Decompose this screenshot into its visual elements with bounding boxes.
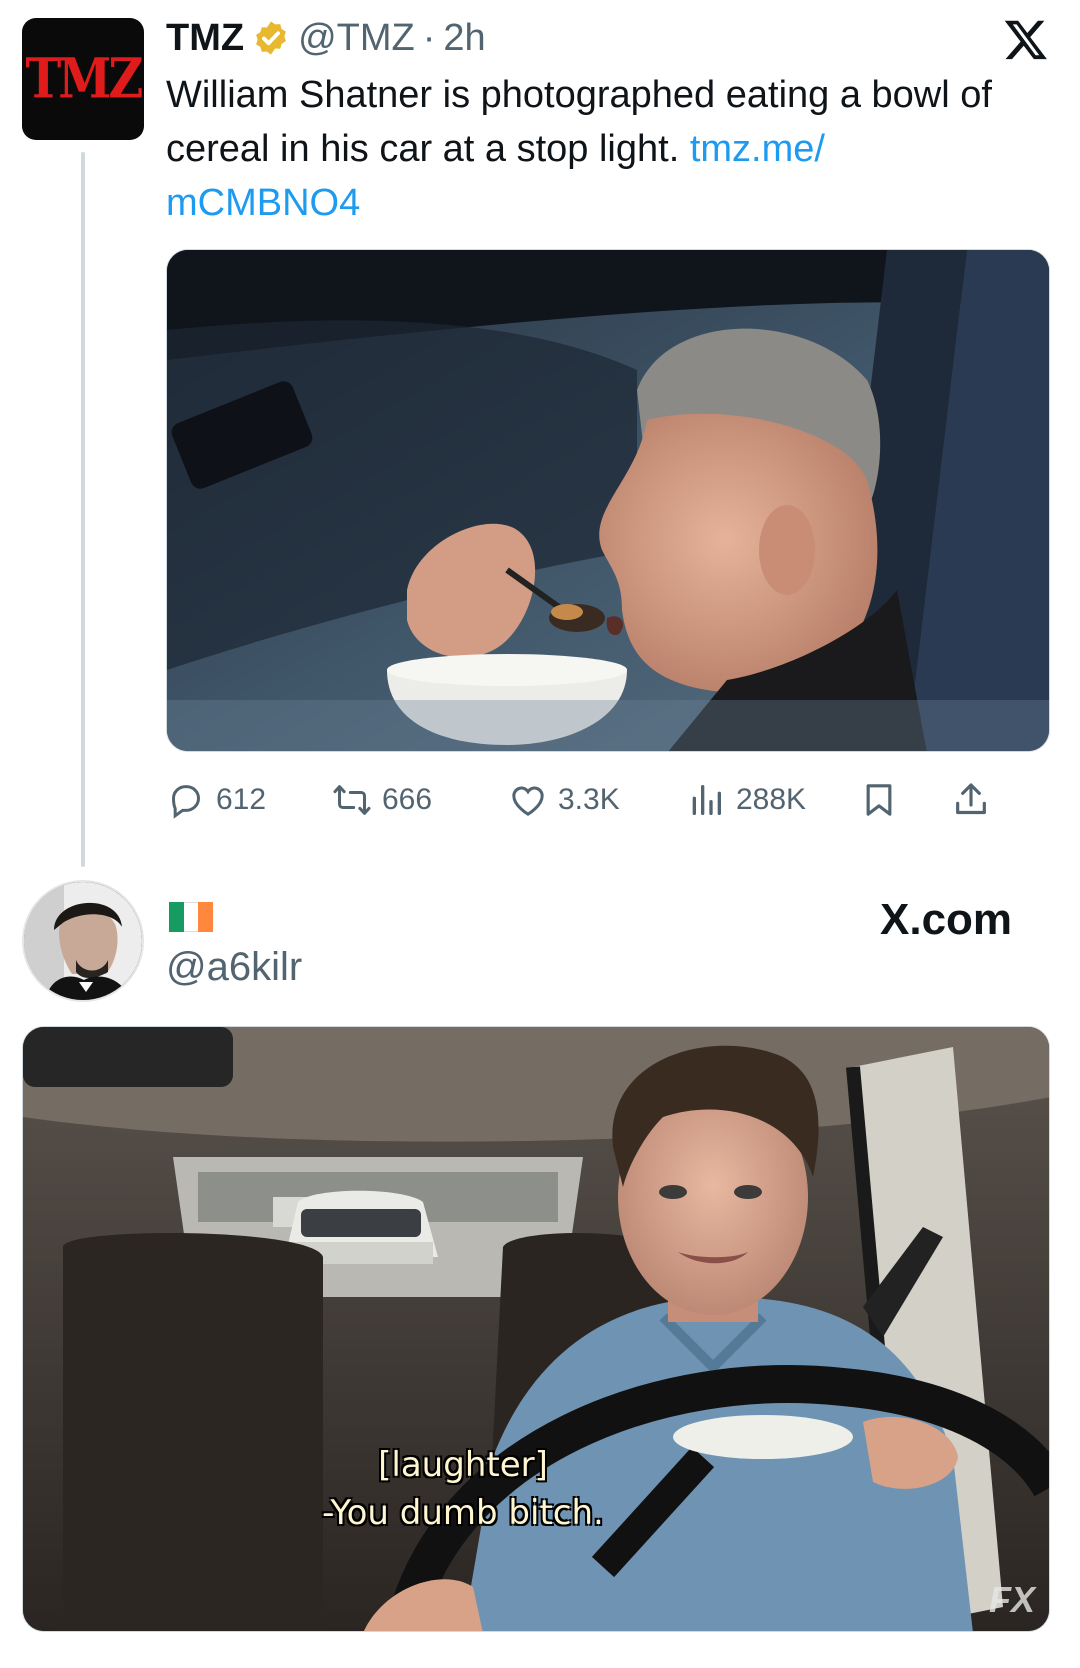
display-name[interactable]: TMZ: [166, 17, 244, 60]
action-bar: 612 666 3.3K 288K: [166, 770, 1050, 830]
reply-icon: [171, 785, 201, 819]
timestamp[interactable]: 2h: [443, 17, 485, 60]
reply-photo-scene: [23, 1027, 1049, 1631]
avatar-photo: [24, 882, 142, 1000]
bookmark-icon: [866, 784, 892, 816]
photo-scene: [167, 250, 1049, 751]
repost-icon: [333, 785, 371, 815]
x-logo-icon: [1004, 20, 1047, 60]
post-body: William Shatner is photographed eating a…: [166, 74, 992, 170]
tmz-avatar[interactable]: TMZ: [22, 18, 144, 140]
subtitle-line-1: [laughter]: [378, 1445, 548, 1485]
repost-count: 666: [382, 783, 433, 816]
like-icon: [512, 786, 544, 816]
repost-button[interactable]: 666: [332, 770, 432, 830]
reply-photo[interactable]: [laughter] -You dumb bitch. FX: [22, 1026, 1050, 1632]
ireland-flag-icon: [169, 902, 214, 932]
post-header: TMZ @TMZ · 2h: [166, 14, 486, 62]
handle[interactable]: @TMZ: [298, 17, 415, 60]
share-button[interactable]: [951, 770, 991, 830]
user-avatar[interactable]: [22, 880, 144, 1002]
separator-dot: ·: [422, 16, 436, 59]
like-button[interactable]: 3.3K: [508, 770, 620, 830]
verified-badge-icon: [256, 21, 286, 55]
thread-line: [81, 152, 85, 867]
post-photo[interactable]: [166, 249, 1050, 752]
views-button[interactable]: 288K: [686, 770, 806, 830]
share-icon: [956, 783, 986, 815]
views-count: 288K: [736, 783, 807, 816]
tmz-avatar-logo: TMZ: [25, 46, 144, 112]
bookmark-button[interactable]: [859, 770, 899, 830]
views-icon: [692, 785, 721, 815]
reply-count: 612: [216, 783, 267, 816]
reply-handle[interactable]: @a6kilr: [166, 945, 302, 990]
subtitle-line-2: -You dumb bitch.: [322, 1493, 604, 1533]
like-count: 3.3K: [558, 783, 620, 816]
post-text: William Shatner is photographed eating a…: [166, 68, 1046, 230]
fx-logo: FX: [988, 1579, 1035, 1620]
reply-button[interactable]: 612: [166, 770, 266, 830]
xcom-watermark: X.com: [880, 895, 1013, 944]
